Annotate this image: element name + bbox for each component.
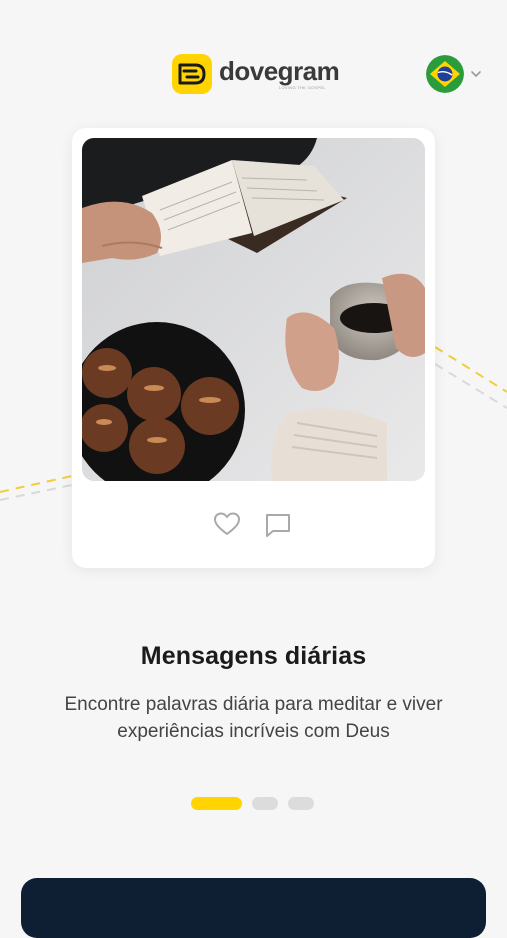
- brazil-flag-icon: [426, 55, 464, 93]
- brand-logo: dovegram LOVING THE GOSPEL: [172, 54, 340, 94]
- primary-action-button[interactable]: [21, 878, 486, 938]
- dove-logo-icon: [172, 54, 212, 94]
- comment-outline-icon[interactable]: [264, 512, 292, 538]
- pagination-dot-3[interactable]: [288, 797, 314, 810]
- pagination-dot-2[interactable]: [252, 797, 278, 810]
- card-actions: [72, 511, 435, 541]
- pagination-dots: [191, 797, 324, 810]
- chevron-down-icon: [471, 70, 481, 77]
- devotional-card[interactable]: [72, 128, 435, 568]
- devotional-photo: [82, 138, 425, 481]
- heart-outline-icon[interactable]: [213, 511, 241, 537]
- brand-name: dovegram: [219, 56, 340, 86]
- onboarding-title: Mensagens diárias: [140, 642, 367, 670]
- language-selector[interactable]: [426, 55, 481, 93]
- onboarding-description: Encontre palavras diária para meditar e …: [64, 694, 443, 742]
- app-header: dovegram LOVING THE GOSPEL: [0, 50, 507, 100]
- pagination-dot-1[interactable]: [191, 797, 242, 810]
- brand-tagline: LOVING THE GOSPEL: [279, 85, 326, 90]
